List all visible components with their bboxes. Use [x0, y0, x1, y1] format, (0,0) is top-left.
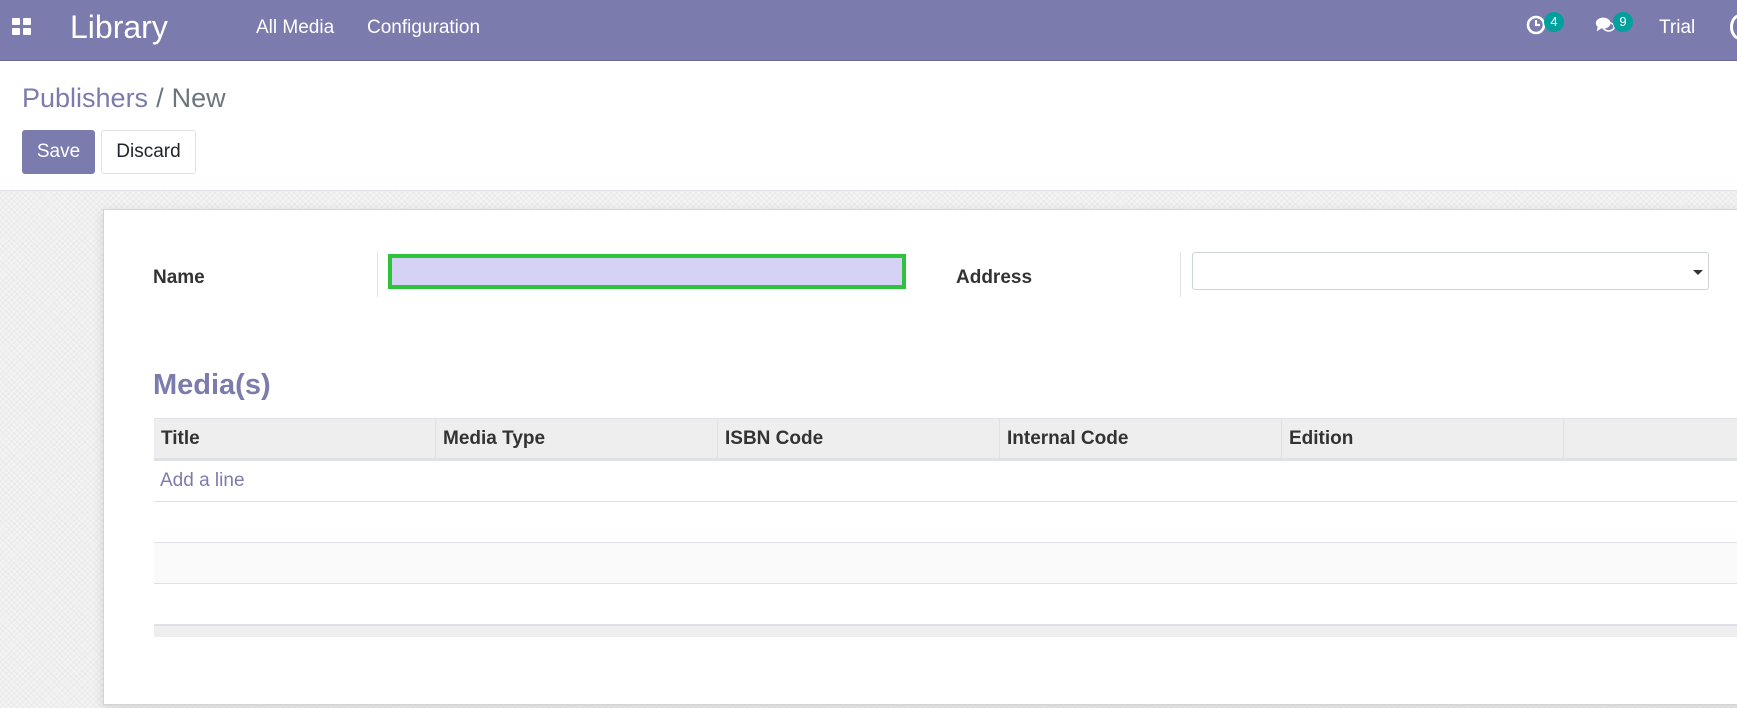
- address-label: Address: [956, 267, 1033, 288]
- column-isbn-code[interactable]: ISBN Code: [718, 419, 1000, 459]
- user-avatar-icon[interactable]: [1730, 14, 1737, 40]
- save-button[interactable]: Save: [22, 130, 95, 174]
- breadcrumb-current: New: [171, 83, 226, 113]
- menu-all-media[interactable]: All Media: [256, 16, 334, 40]
- media-section-title: Media(s): [153, 369, 271, 401]
- add-line-row: Add a line: [154, 461, 1737, 502]
- field-divider: [377, 252, 378, 297]
- message-count-badge: 9: [1613, 12, 1633, 32]
- apps-grid-icon[interactable]: [12, 18, 32, 36]
- app-title[interactable]: Library: [70, 8, 168, 46]
- form-view-background: Name Address Media(s) Title Media Type I…: [0, 191, 1737, 708]
- name-field[interactable]: [388, 254, 906, 289]
- discard-button[interactable]: Discard: [101, 130, 196, 174]
- empty-table-row: [154, 584, 1737, 625]
- column-internal-code[interactable]: Internal Code: [1000, 419, 1282, 459]
- breadcrumb-publishers[interactable]: Publishers: [22, 83, 148, 113]
- column-media-type[interactable]: Media Type: [436, 419, 718, 459]
- add-line-link[interactable]: Add a line: [160, 469, 245, 493]
- caret-down-icon[interactable]: [1693, 270, 1703, 275]
- empty-table-row: [154, 543, 1737, 584]
- table-header: Title Media Type ISBN Code Internal Code…: [154, 418, 1737, 461]
- empty-table-row: [154, 502, 1737, 543]
- table-footer: [154, 625, 1737, 637]
- user-menu[interactable]: Trial: [1659, 16, 1695, 40]
- activity-count-badge: 4: [1544, 12, 1564, 32]
- name-label: Name: [153, 267, 205, 288]
- column-title[interactable]: Title: [154, 419, 436, 459]
- column-edition[interactable]: Edition: [1282, 419, 1564, 459]
- field-divider: [1180, 252, 1181, 297]
- control-panel: Publishers / New Save Discard: [0, 61, 1737, 191]
- breadcrumb: Publishers / New: [22, 81, 226, 115]
- breadcrumb-separator: /: [156, 83, 164, 113]
- menu-configuration[interactable]: Configuration: [367, 16, 480, 40]
- top-navbar: Library All Media Configuration 4 9 Tria…: [0, 0, 1737, 61]
- address-select[interactable]: [1192, 252, 1709, 290]
- form-sheet: Name Address Media(s) Title Media Type I…: [103, 209, 1737, 705]
